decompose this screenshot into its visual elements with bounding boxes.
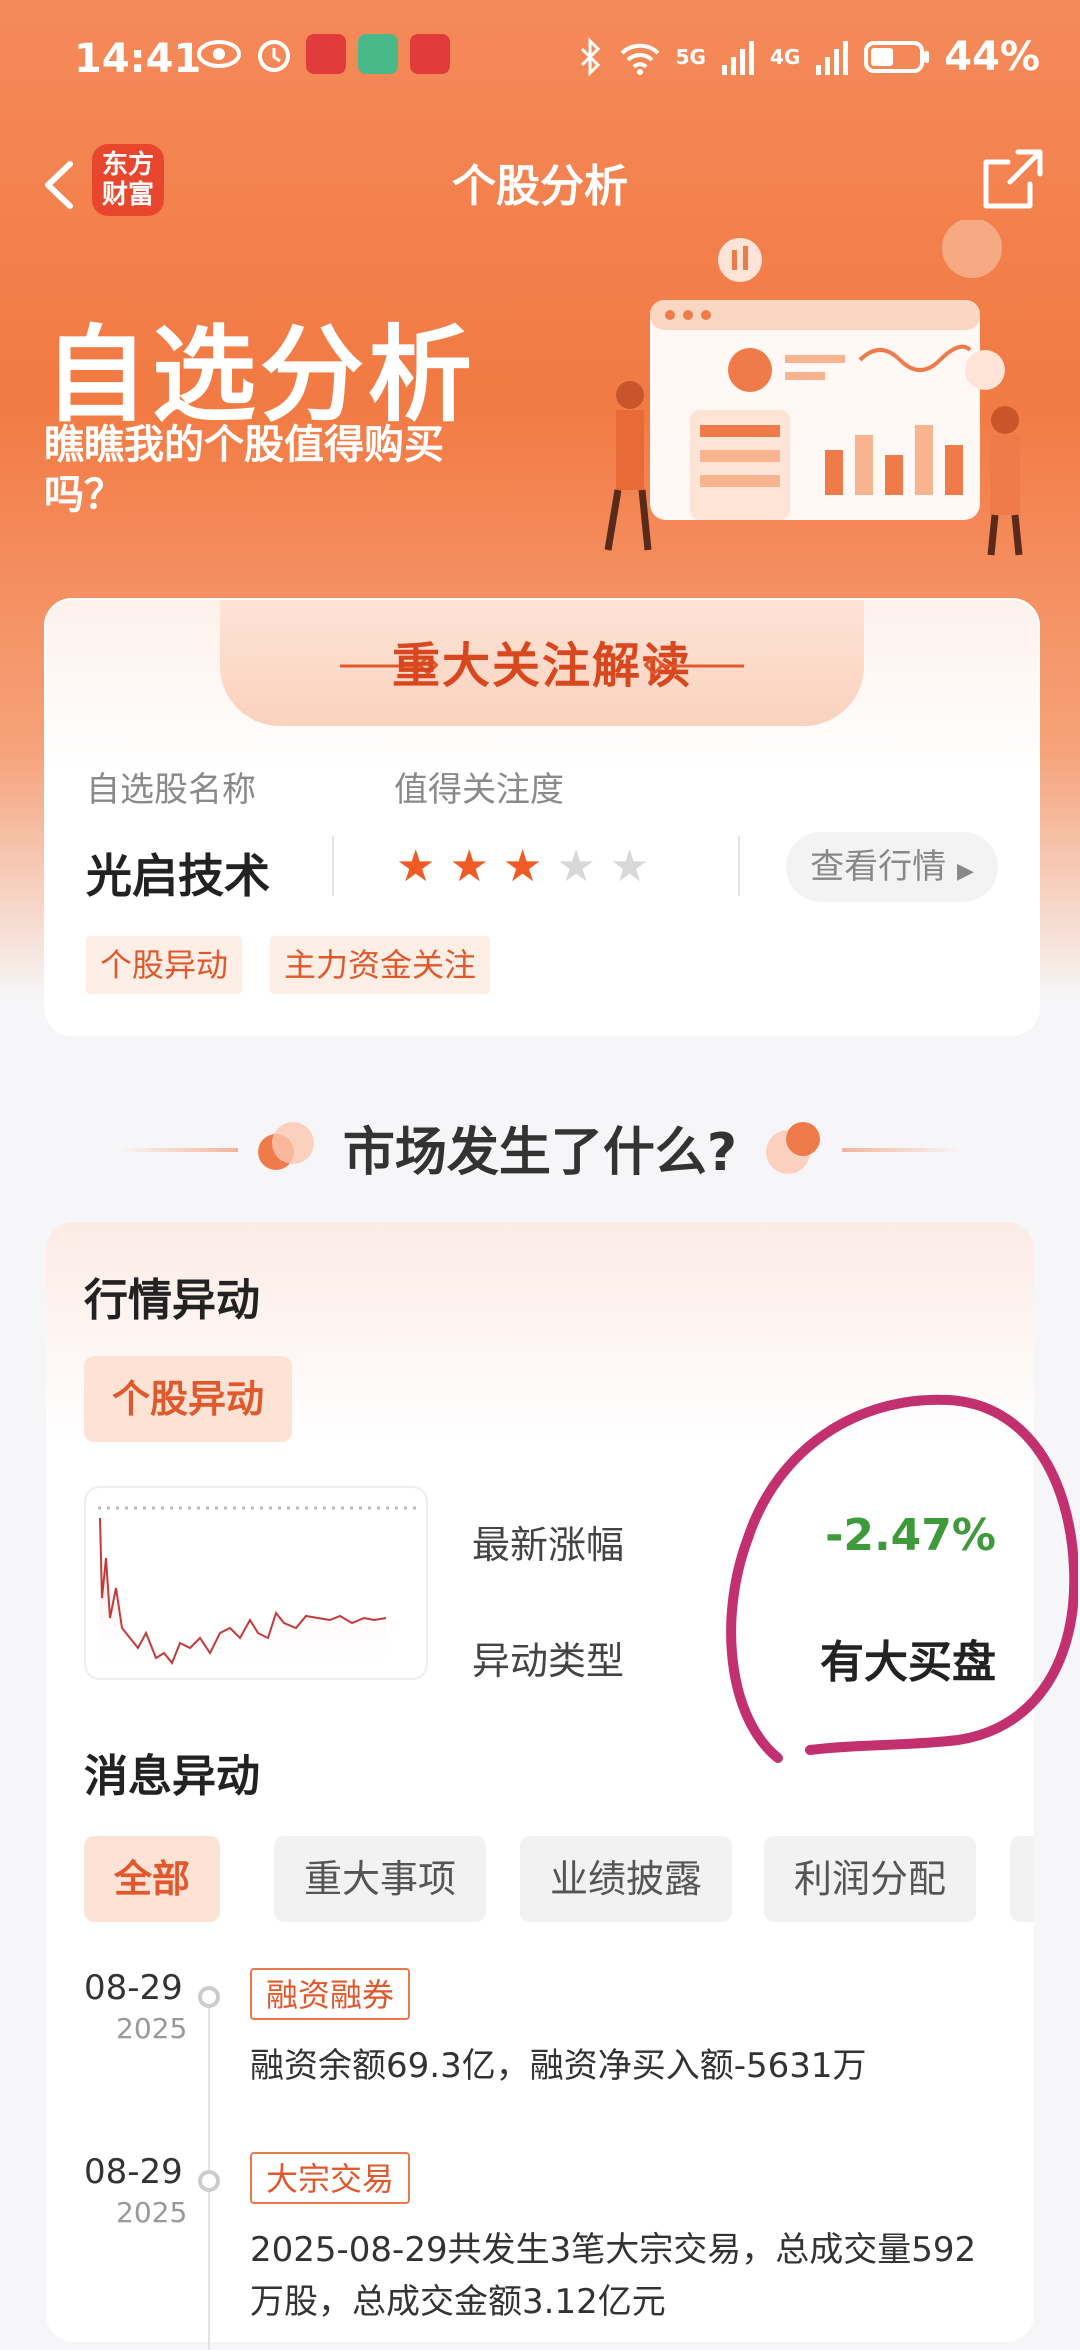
tag-main-capital: 主力资金关注	[270, 936, 491, 994]
banner-subtitle: 瞧瞧我的个股值得购买吗？	[44, 422, 444, 518]
battery-icon	[864, 41, 930, 73]
timeline-date: 08-29	[84, 1968, 183, 2008]
share-icon[interactable]	[978, 144, 1048, 214]
decoration-ball-icon	[786, 1122, 820, 1156]
timeline-tag: 融资融券	[250, 1968, 411, 2020]
hand-drawn-circle-annotation	[726, 1394, 1078, 1763]
divider	[332, 836, 334, 896]
signal-icon	[816, 41, 849, 75]
timeline-dot	[198, 2170, 220, 2192]
star-filled-icon: ★	[396, 841, 436, 892]
view-quote-button[interactable]: 查看行情 ▶	[786, 832, 998, 902]
star-empty-icon: ★	[556, 841, 596, 892]
market-anomaly-heading: 行情异动	[84, 1275, 260, 1326]
timeline-text: 2025-08-29共发生3笔大宗交易，总成交量592万股，总成交金额3.12亿…	[250, 2230, 977, 2322]
battery-percent: 44%	[944, 34, 1040, 80]
status-bar: 14:41 5G 4G 44%	[0, 0, 1080, 120]
filter-tab-dividends[interactable]: 利润分配	[764, 1836, 977, 1922]
status-icons-right: 5G 4G 44%	[578, 34, 1040, 80]
attention-label: 值得关注度	[394, 770, 564, 810]
attention-rating: ★ ★ ★ ★ ★	[396, 842, 649, 892]
filter-tab-major-events[interactable]: 重大事项	[274, 1836, 487, 1922]
stock-anomaly-pill[interactable]: 个股异动	[84, 1356, 293, 1442]
latest-change-label: 最新涨幅	[472, 1523, 625, 1567]
signal-icon	[721, 41, 754, 75]
section-divider-right	[842, 1148, 962, 1152]
timeline-dot	[198, 1986, 220, 2008]
app-notification-icon	[410, 34, 450, 74]
timeline-text: 融资余额69.3亿，融资净买入额-5631万	[250, 2046, 867, 2086]
decoration-diamond-icon	[644, 656, 744, 676]
stock-name-label: 自选股名称	[86, 770, 256, 810]
analysis-illustration	[604, 220, 1023, 556]
filter-tab-all[interactable]: 全部	[84, 1836, 221, 1922]
banner-title: 自选分析	[44, 314, 477, 436]
network-4g-label: 4G	[769, 45, 801, 69]
intraday-mini-chart	[84, 1486, 428, 1680]
divider	[738, 836, 740, 896]
wifi-icon	[620, 43, 659, 75]
star-empty-icon: ★	[609, 841, 650, 892]
focus-interpretation-card: 重大关注解读 自选股名称 值得关注度 光启技术 ★ ★ ★ ★ ★ 查看行情 ▶ 个股异…	[44, 598, 1040, 1036]
star-filled-icon: ★	[502, 841, 543, 892]
timeline-tag: 大宗交易	[250, 2152, 411, 2204]
focus-card-header: 重大关注解读	[220, 600, 864, 726]
eye-icon	[197, 40, 241, 68]
alarm-icon	[258, 40, 290, 72]
filter-tab-earnings[interactable]: 业绩披露	[520, 1836, 733, 1922]
network-5g-label: 5G	[675, 45, 706, 69]
timeline-year: 2025	[116, 2196, 188, 2229]
news-anomaly-heading: 消息异动	[84, 1751, 260, 1802]
status-icons-left	[196, 34, 450, 74]
focus-card-title: 重大关注解读	[391, 638, 692, 694]
tag-stock-anomaly: 个股异动	[86, 936, 243, 994]
app-notification-icon	[358, 34, 398, 74]
stock-name: 光启技术	[86, 849, 270, 903]
page-title: 个股分析	[452, 161, 628, 212]
timeline-date: 08-29	[84, 2152, 183, 2192]
timeline-year: 2025	[116, 2012, 188, 2045]
view-quote-label: 查看行情	[810, 847, 947, 887]
status-time: 14:41	[74, 36, 202, 82]
anomaly-type-label: 异动类型	[472, 1639, 625, 1683]
filter-tab-more[interactable]	[1010, 1836, 1034, 1922]
caret-right-icon: ▶	[956, 859, 974, 884]
app-notification-icon	[306, 34, 346, 74]
bluetooth-icon	[580, 37, 600, 77]
mini-chart-svg	[98, 1506, 416, 1673]
star-filled-icon: ★	[449, 841, 489, 892]
